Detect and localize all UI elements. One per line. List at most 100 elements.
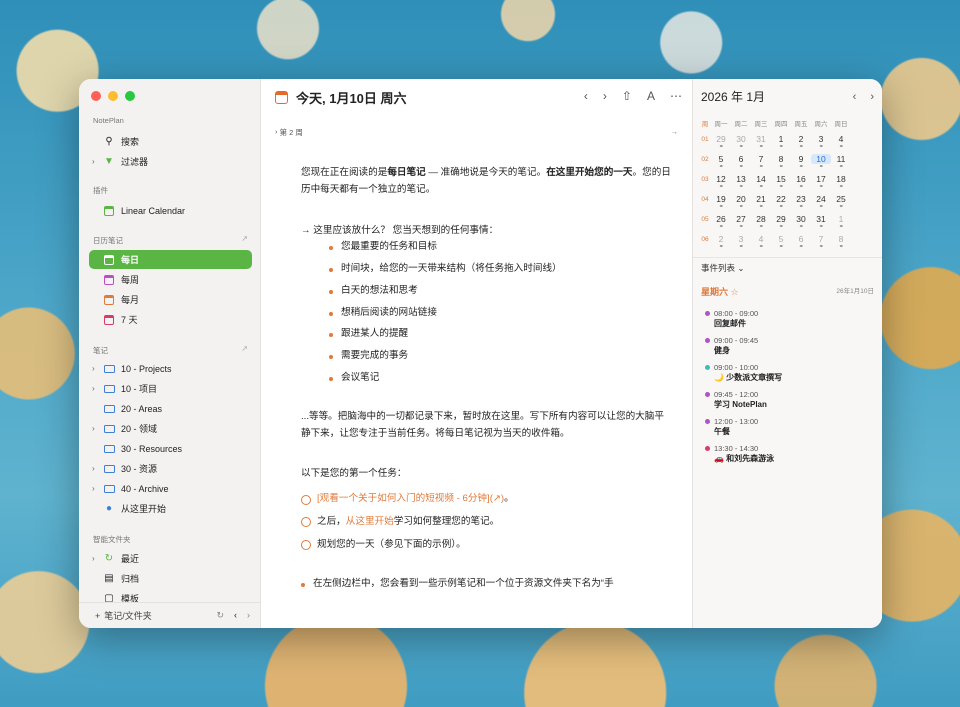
calendar-day[interactable]: 30 xyxy=(731,134,751,144)
sidebar-item-search[interactable]: ⚲ 搜索 xyxy=(89,132,252,151)
calendar-day[interactable]: 11 xyxy=(831,154,851,164)
folder-item[interactable]: ● 从这里开始 xyxy=(89,499,252,518)
event-item[interactable]: 09:00 - 09:45 健身 xyxy=(705,336,874,356)
folder-item[interactable]: › 10 - 项目 xyxy=(89,379,252,398)
expand-arrow-icon[interactable]: ↗ xyxy=(241,344,248,353)
back-icon[interactable]: ‹ xyxy=(584,89,588,103)
week-link-row[interactable]: › 第 2 周 → xyxy=(275,127,678,138)
folder-item[interactable]: › 20 - 领域 xyxy=(89,419,252,438)
next-month-icon[interactable]: › xyxy=(870,91,874,103)
calendar-day[interactable]: 1 xyxy=(831,214,851,224)
calendar-day[interactable]: 30 xyxy=(791,214,811,224)
calendar-day[interactable]: 4 xyxy=(831,134,851,144)
calendar-day[interactable]: 8 xyxy=(771,154,791,164)
sidebar-item-weekly[interactable]: 每周 xyxy=(89,270,252,289)
week-number[interactable]: 04 xyxy=(699,196,711,203)
zoom-button[interactable] xyxy=(125,91,135,101)
week-number[interactable]: 05 xyxy=(699,216,711,223)
more-icon[interactable]: ⋯ xyxy=(670,89,682,103)
calendar-day[interactable]: 7 xyxy=(811,234,831,244)
event-item[interactable]: 08:00 - 09:00 回复邮件 xyxy=(705,309,874,329)
folder-item[interactable]: 20 - Areas xyxy=(89,399,252,418)
event-item[interactable]: 12:00 - 13:00 午餐 xyxy=(705,417,874,437)
calendar-day[interactable]: 15 xyxy=(771,174,791,184)
close-button[interactable] xyxy=(91,91,101,101)
chevron-right-icon[interactable]: › xyxy=(92,484,95,493)
add-note-folder-button[interactable]: 笔记/文件夹 xyxy=(104,609,152,622)
forward-icon[interactable]: › xyxy=(247,610,250,621)
task-item[interactable]: 规划您的一天（参见下面的示例）。 xyxy=(301,537,672,554)
calendar-day[interactable]: 27 xyxy=(731,214,751,224)
calendar-day[interactable]: 19 xyxy=(711,194,731,204)
back-icon[interactable]: ‹ xyxy=(234,610,237,621)
folder-item[interactable]: 30 - Resources xyxy=(89,439,252,458)
events-list-header[interactable]: 事件列表 ⌄ xyxy=(693,257,882,278)
calendar-day[interactable]: 12 xyxy=(711,174,731,184)
calendar-day[interactable]: 8 xyxy=(831,234,851,244)
sidebar-item-daily[interactable]: 每日 xyxy=(89,250,252,269)
calendar-day[interactable]: 2 xyxy=(711,234,731,244)
task-checkbox[interactable] xyxy=(301,517,311,528)
calendar-day[interactable]: 21 xyxy=(751,194,771,204)
chevron-right-icon[interactable]: › xyxy=(92,157,95,166)
calendar-day[interactable]: 6 xyxy=(791,234,811,244)
calendar-day[interactable]: 10 xyxy=(811,154,831,164)
event-item[interactable]: 09:00 - 10:00 🌙 少数派文章撰写 xyxy=(705,363,874,383)
week-number[interactable]: 01 xyxy=(699,136,711,143)
expand-arrow-icon[interactable]: ↗ xyxy=(241,234,248,243)
calendar-day[interactable]: 16 xyxy=(791,174,811,184)
calendar-day[interactable]: 22 xyxy=(771,194,791,204)
calendar-day[interactable]: 26 xyxy=(711,214,731,224)
calendar-day[interactable]: 31 xyxy=(751,134,771,144)
calendar-day[interactable]: 13 xyxy=(731,174,751,184)
event-item[interactable]: 09:45 - 12:00 学习 NotePlan xyxy=(705,390,874,410)
calendar-day[interactable]: 23 xyxy=(791,194,811,204)
add-icon[interactable]: + xyxy=(95,611,100,621)
calendar-day[interactable]: 28 xyxy=(751,214,771,224)
calendar-day[interactable]: 2 xyxy=(791,134,811,144)
chevron-right-icon[interactable]: › xyxy=(92,464,95,473)
chevron-right-icon[interactable]: › xyxy=(92,424,95,433)
sidebar-item-recent[interactable]: › ↻ 最近 xyxy=(89,549,252,568)
calendar-day[interactable]: 6 xyxy=(731,154,751,164)
note-content[interactable]: 您现在正在阅读的是每日笔记 — 准确地说是今天的笔记。在这里开始您的一天。您的日… xyxy=(301,165,672,597)
forward-icon[interactable]: › xyxy=(603,89,607,103)
calendar-day[interactable]: 25 xyxy=(831,194,851,204)
folder-item[interactable]: › 10 - Projects xyxy=(89,359,252,378)
calendar-day[interactable]: 9 xyxy=(791,154,811,164)
week-number[interactable]: 06 xyxy=(699,236,711,243)
video-link[interactable]: [观看一个关于如何入门的短视频 - 6分钟](↗) xyxy=(317,493,504,504)
task-item[interactable]: [观看一个关于如何入门的短视频 - 6分钟](↗)。 xyxy=(301,491,672,508)
calendar-day[interactable]: 18 xyxy=(831,174,851,184)
sidebar-item-monthly[interactable]: 每月 xyxy=(89,290,252,309)
minimize-button[interactable] xyxy=(108,91,118,101)
calendar-day[interactable]: 3 xyxy=(731,234,751,244)
calendar-day[interactable]: 4 xyxy=(751,234,771,244)
chevron-right-icon[interactable]: › xyxy=(92,384,95,393)
calendar-day[interactable]: 7 xyxy=(751,154,771,164)
task-item[interactable]: 之后，从这里开始学习如何整理您的笔记。 xyxy=(301,514,672,531)
calendar-day[interactable]: 31 xyxy=(811,214,831,224)
calendar-day[interactable]: 29 xyxy=(711,134,731,144)
arrow-right-icon[interactable]: → xyxy=(671,127,679,138)
folder-item[interactable]: › 30 - 资源 xyxy=(89,459,252,478)
sidebar-item-linear-calendar[interactable]: Linear Calendar xyxy=(89,201,252,220)
sync-icon[interactable]: ↻ xyxy=(216,610,224,621)
folder-item[interactable]: › 40 - Archive xyxy=(89,479,252,498)
task-checkbox[interactable] xyxy=(301,540,311,551)
calendar-day[interactable]: 5 xyxy=(711,154,731,164)
font-icon[interactable]: A xyxy=(647,89,655,103)
week-number[interactable]: 03 xyxy=(699,176,711,183)
calendar-day[interactable]: 24 xyxy=(811,194,831,204)
calendar-day[interactable]: 5 xyxy=(771,234,791,244)
prev-month-icon[interactable]: ‹ xyxy=(853,91,857,103)
chevron-right-icon[interactable]: › xyxy=(92,364,95,373)
task-checkbox[interactable] xyxy=(301,494,311,505)
calendar-day[interactable]: 1 xyxy=(771,134,791,144)
chevron-right-icon[interactable]: › xyxy=(92,554,95,563)
event-item[interactable]: 13:30 - 14:30 🚗 和刘先森游泳 xyxy=(705,444,874,464)
start-here-link[interactable]: 从这里开始 xyxy=(346,516,394,527)
calendar-day[interactable]: 17 xyxy=(811,174,831,184)
calendar-day[interactable]: 3 xyxy=(811,134,831,144)
sidebar-item-archive[interactable]: ▤ 归档 xyxy=(89,569,252,588)
